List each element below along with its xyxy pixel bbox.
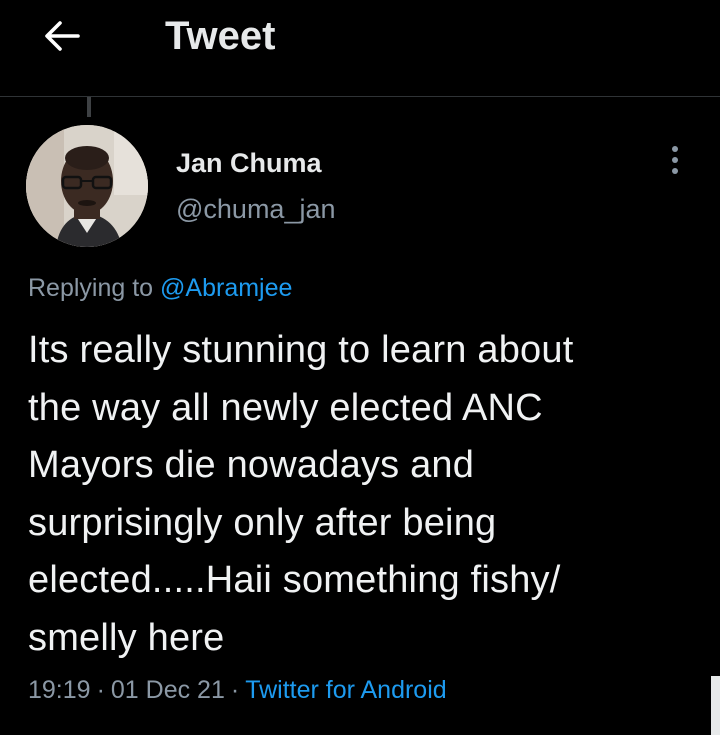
meta-separator: · [96,676,105,704]
scrollbar-thumb[interactable] [711,676,720,735]
top-app-bar: Tweet [0,0,720,97]
page-title: Tweet [165,14,276,58]
replying-to-label: Replying to [28,274,161,302]
meta-separator: · [230,676,240,704]
author-name[interactable]: Jan Chuma [176,146,322,180]
author-handle[interactable]: @chuma_jan [176,192,336,226]
tweet-meta: 19:19 · 01 Dec 21 · Twitter for Android [28,673,447,707]
tweet-time[interactable]: 19:19 [28,676,91,704]
arrow-left-icon [45,21,80,51]
thread-connector-line [87,97,91,117]
tweet-source-link[interactable]: Twitter for Android [245,676,446,704]
replying-to-line: Replying to @Abramjee [28,272,292,304]
vertical-dots-icon [672,157,678,163]
more-options-button[interactable] [660,140,690,180]
replying-to-link[interactable]: @Abramjee [160,274,292,302]
vertical-dots-icon [672,168,678,174]
tweet-date[interactable]: 01 Dec 21 [111,676,225,704]
vertical-dots-icon [672,146,678,152]
tweet-text: Its really stunning to learn about the w… [28,329,574,659]
avatar-portrait-image [26,125,148,247]
back-button[interactable] [40,14,84,58]
avatar[interactable] [26,125,148,247]
